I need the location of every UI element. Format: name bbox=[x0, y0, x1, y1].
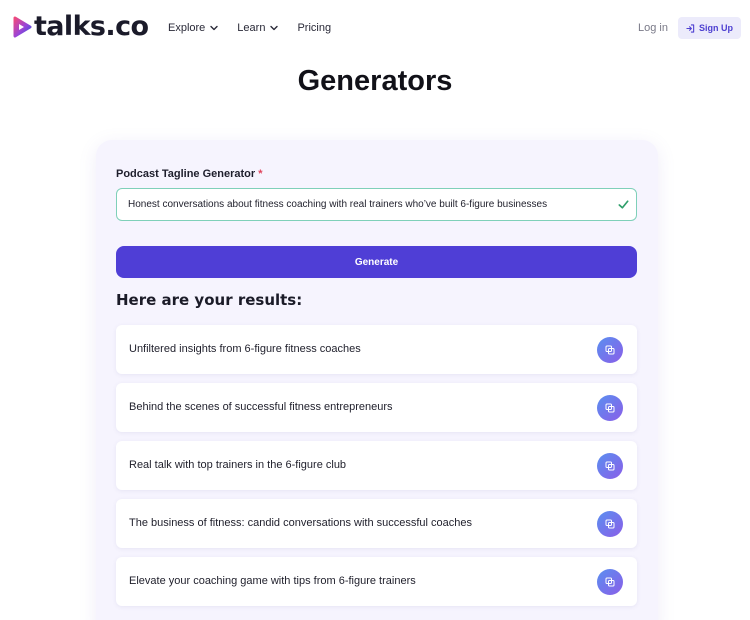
tagline-input-value: Honest conversations about fitness coach… bbox=[128, 199, 548, 210]
copy-icon bbox=[605, 403, 615, 413]
result-text: Unfiltered insights from 6-figure fitnes… bbox=[129, 343, 361, 355]
copy-button[interactable] bbox=[597, 453, 623, 479]
nav-item-label: Explore bbox=[168, 22, 206, 34]
result-item: Unfiltered insights from 6-figure fitnes… bbox=[116, 325, 637, 374]
result-text: Behind the scenes of successful fitness … bbox=[129, 401, 393, 413]
login-link[interactable]: Log in bbox=[638, 20, 668, 36]
result-item: The business of fitness: candid conversa… bbox=[116, 499, 637, 548]
result-item: Real talk with top trainers in the 6-fig… bbox=[116, 441, 637, 490]
brand-logo[interactable]: talks.co bbox=[12, 11, 149, 42]
signup-button[interactable]: Sign Up bbox=[678, 17, 741, 39]
chevron-down-icon bbox=[270, 25, 279, 31]
main-nav: Explore Learn Pricing bbox=[168, 20, 350, 36]
copy-icon bbox=[605, 345, 615, 355]
signup-label: Sign Up bbox=[699, 23, 733, 33]
result-text: Real talk with top trainers in the 6-fig… bbox=[129, 459, 347, 471]
brand-name: talks.co bbox=[34, 11, 149, 42]
copy-icon bbox=[605, 577, 615, 587]
sign-in-icon bbox=[686, 23, 695, 33]
copy-icon bbox=[605, 461, 615, 471]
result-item: Elevate your coaching game with tips fro… bbox=[116, 557, 637, 606]
copy-button[interactable] bbox=[597, 569, 623, 595]
field-label-text: Podcast Tagline Generator bbox=[116, 168, 256, 180]
result-text: Elevate your coaching game with tips fro… bbox=[129, 575, 416, 587]
results-heading: Here are your results: bbox=[116, 291, 303, 309]
check-icon bbox=[618, 200, 629, 209]
required-marker: * bbox=[258, 168, 263, 180]
page-title: Generators bbox=[297, 65, 453, 97]
field-label: Podcast Tagline Generator * bbox=[116, 166, 263, 182]
nav-item-learn[interactable]: Learn bbox=[237, 20, 279, 36]
nav-item-label: Pricing bbox=[297, 22, 332, 34]
nav-item-label: Learn bbox=[237, 22, 266, 34]
nav-item-explore[interactable]: Explore bbox=[168, 20, 218, 36]
result-text: The business of fitness: candid conversa… bbox=[129, 517, 473, 529]
tagline-input[interactable]: Honest conversations about fitness coach… bbox=[116, 188, 637, 221]
copy-button[interactable] bbox=[597, 511, 623, 537]
result-item: Behind the scenes of successful fitness … bbox=[116, 383, 637, 432]
generate-button[interactable]: Generate bbox=[116, 246, 637, 278]
nav-item-pricing[interactable]: Pricing bbox=[297, 20, 331, 36]
copy-button[interactable] bbox=[597, 395, 623, 421]
copy-icon bbox=[605, 519, 615, 529]
copy-button[interactable] bbox=[597, 337, 623, 363]
top-header: talks.co Explore Learn Pricing Log in Si… bbox=[0, 0, 750, 56]
talks-logo-icon bbox=[13, 16, 32, 38]
chevron-down-icon bbox=[210, 25, 218, 31]
